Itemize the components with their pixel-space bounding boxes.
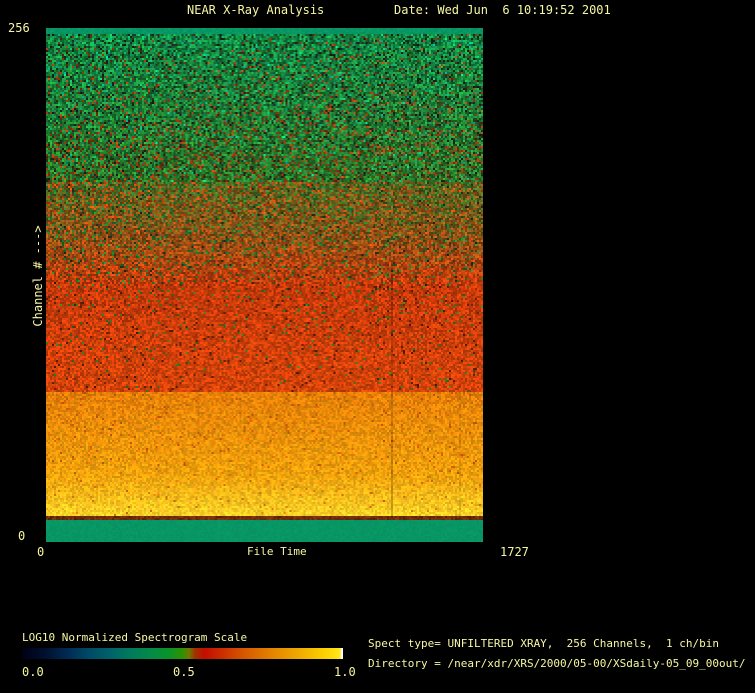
colorbar-gradient — [22, 648, 343, 659]
directory-label: Directory = /near/xdr/XRS/2000/05-00/XSd… — [368, 657, 746, 670]
colorbar-tick-mid: 0.5 — [173, 665, 195, 679]
x-axis-title: File Time — [247, 545, 307, 558]
near-xray-analysis-window: NEAR X-Ray Analysis Date: Wed Jun 6 10:1… — [0, 0, 755, 693]
colorbar-tick-max: 1.0 — [334, 665, 356, 679]
date-label: Date: Wed Jun 6 10:19:52 2001 — [394, 3, 611, 17]
colorbar-title: LOG10 Normalized Spectrogram Scale — [22, 631, 248, 644]
y-axis-min-label: 0 — [18, 529, 26, 543]
page-title: NEAR X-Ray Analysis — [187, 3, 325, 17]
x-axis-min-label: 0 — [37, 545, 45, 559]
colorbar-tick-min: 0.0 — [22, 665, 44, 679]
spectrogram-heatmap — [46, 28, 483, 542]
y-axis-max-label: 256 — [8, 21, 30, 35]
y-axis-title: Channel # ---> — [31, 225, 45, 327]
spect-type-label: Spect type= UNFILTERED XRAY, 256 Channel… — [368, 637, 719, 650]
x-axis-max-label: 1727 — [500, 545, 529, 559]
